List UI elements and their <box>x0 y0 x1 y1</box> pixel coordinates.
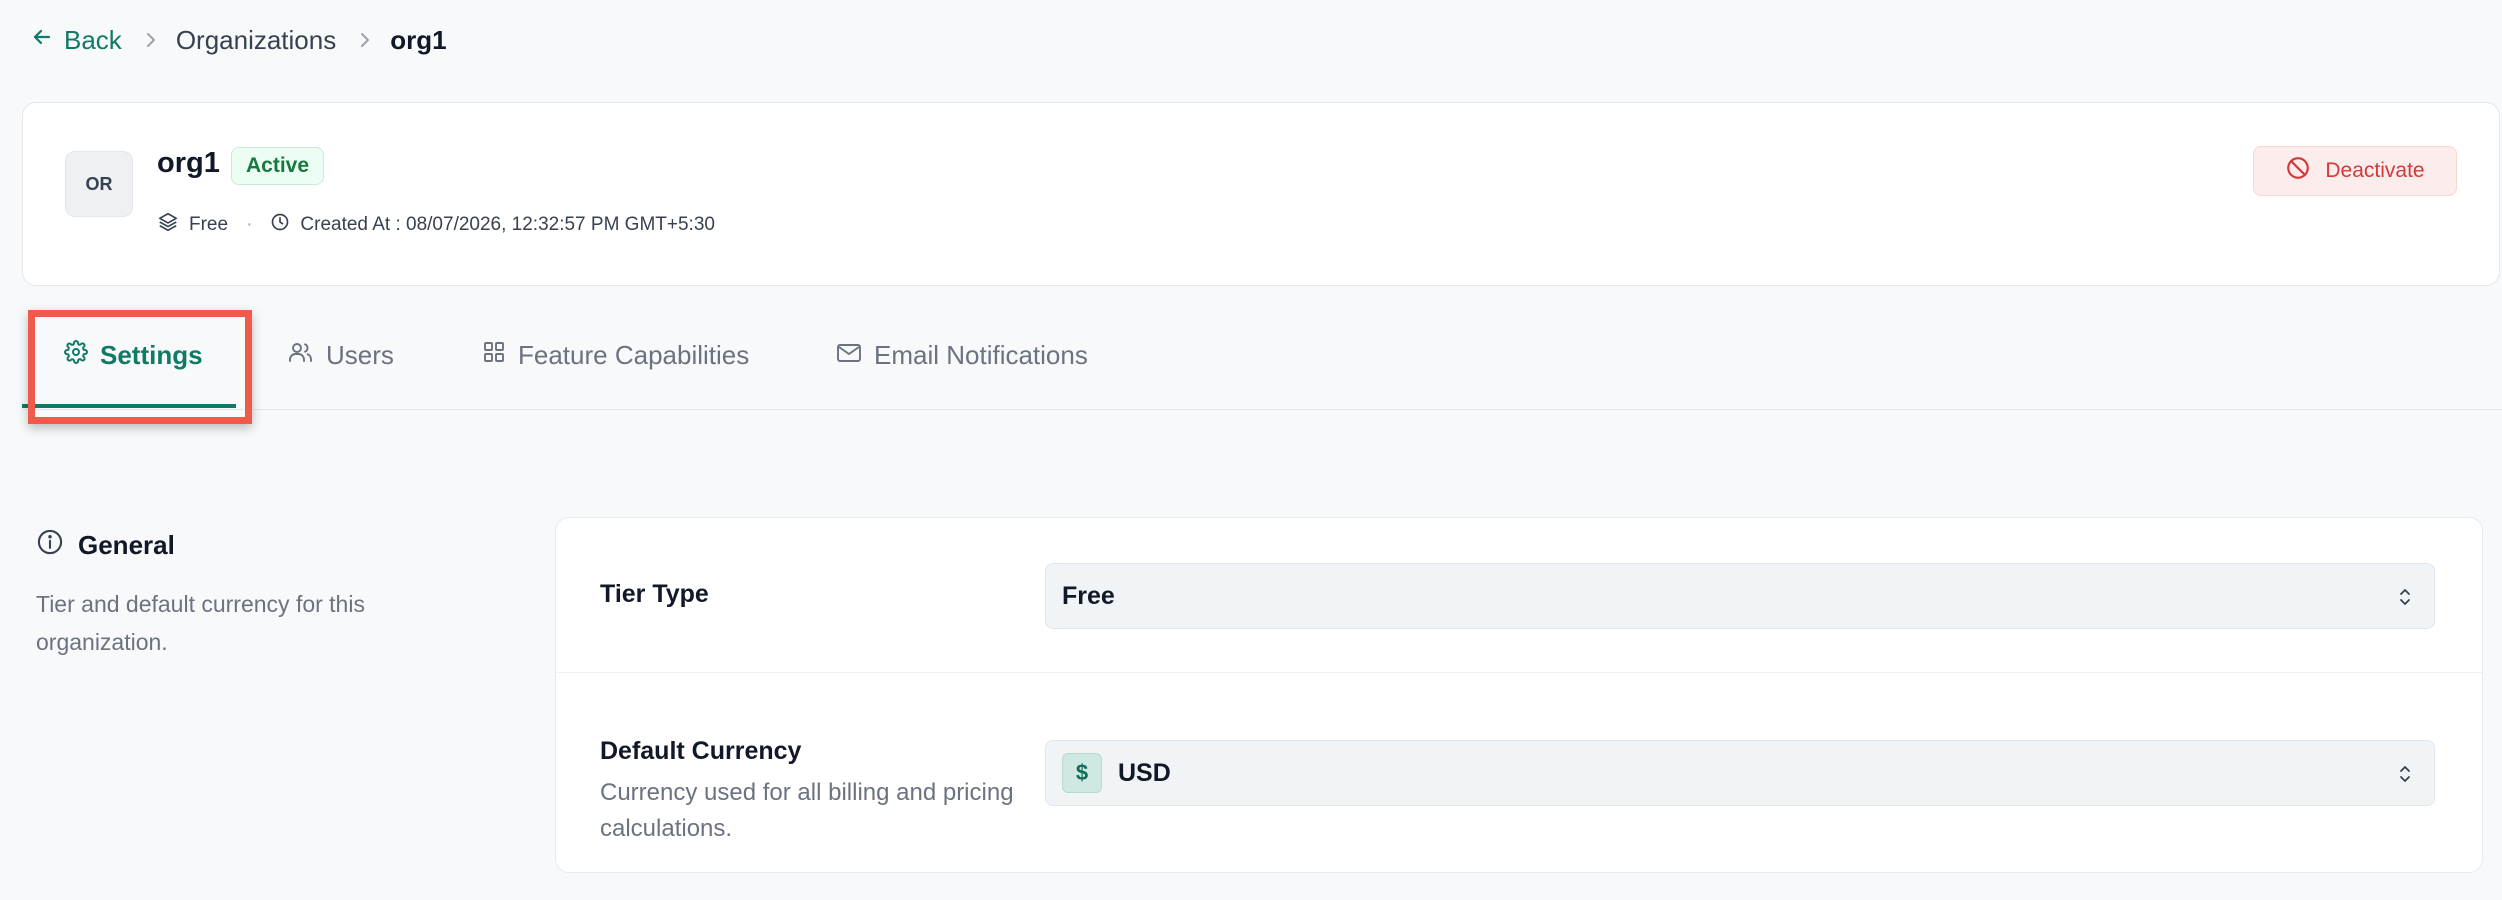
active-tab-indicator <box>22 404 236 408</box>
chevron-right-icon <box>358 31 372 49</box>
section-title-label: General <box>78 530 175 560</box>
tier-meta: Free <box>157 211 228 239</box>
meta-separator: · <box>246 214 253 235</box>
general-section-info: General Tier and default currency for th… <box>36 528 496 661</box>
created-at-label: Created At : 08/07/2026, 12:32:57 PM GMT… <box>300 214 715 235</box>
mail-icon <box>836 340 862 371</box>
tab-feature-capabilities-label: Feature Capabilities <box>518 339 750 370</box>
chevron-up-down-icon <box>2398 763 2412 792</box>
tier-type-value: Free <box>1062 581 1115 610</box>
breadcrumb-organizations[interactable]: Organizations <box>176 25 336 56</box>
section-description: Tier and default currency for this organ… <box>36 591 365 655</box>
chevron-right-icon <box>144 31 158 49</box>
tab-settings-label: Settings <box>100 339 203 370</box>
layers-icon <box>157 211 179 239</box>
tier-type-label: Tier Type <box>600 580 709 608</box>
chevron-up-down-icon <box>2398 586 2412 615</box>
tab-users-label: Users <box>326 339 394 370</box>
grid-icon <box>482 340 506 371</box>
tab-email-notifications[interactable]: Email Notifications <box>836 300 1088 410</box>
clock-icon <box>270 212 290 238</box>
default-currency-label: Default Currency <box>600 737 802 765</box>
info-icon <box>36 528 64 563</box>
back-label: Back <box>64 24 122 55</box>
tier-label: Free <box>189 214 229 235</box>
gear-icon <box>64 339 88 371</box>
section-title: General <box>36 528 496 563</box>
tier-type-select[interactable]: Free <box>1045 563 2435 629</box>
tier-type-row: Tier Type Free <box>556 518 2482 672</box>
dollar-icon: $ <box>1062 753 1102 793</box>
tab-email-notifications-label: Email Notifications <box>874 339 1088 370</box>
arrow-left-icon <box>30 25 54 56</box>
created-at-meta: Created At : 08/07/2026, 12:32:57 PM GMT… <box>270 212 715 238</box>
deactivate-label: Deactivate <box>2325 159 2425 182</box>
default-currency-description: Currency used for all billing and pricin… <box>600 779 1014 842</box>
org-meta: Free · Created At : 08/07/2026, 12:32:57… <box>157 211 715 239</box>
back-link[interactable]: Back <box>30 25 122 56</box>
tab-feature-capabilities[interactable]: Feature Capabilities <box>482 300 749 410</box>
deactivate-button[interactable]: Deactivate <box>2253 146 2457 196</box>
tab-bar: Settings Users Feature Capabilities Emai… <box>22 300 2502 410</box>
org-header-card: OR org1 Active Free · Created At : 08/07… <box>22 102 2500 286</box>
org-name: org1 <box>157 147 220 179</box>
default-currency-row: Default Currency Currency used for all b… <box>556 673 2482 873</box>
tab-users[interactable]: Users <box>288 300 394 410</box>
tab-settings[interactable]: Settings <box>64 300 203 410</box>
users-icon <box>288 340 314 371</box>
ban-icon <box>2285 155 2311 187</box>
default-currency-select[interactable]: $ USD <box>1045 740 2435 806</box>
avatar: OR <box>65 151 133 217</box>
status-badge: Active <box>231 147 325 185</box>
breadcrumb: Back Organizations org1 <box>30 22 447 58</box>
breadcrumb-current: org1 <box>390 24 447 55</box>
general-settings-card: Tier Type Free Default Currency Currency… <box>555 517 2483 873</box>
default-currency-value: USD <box>1118 758 1171 787</box>
